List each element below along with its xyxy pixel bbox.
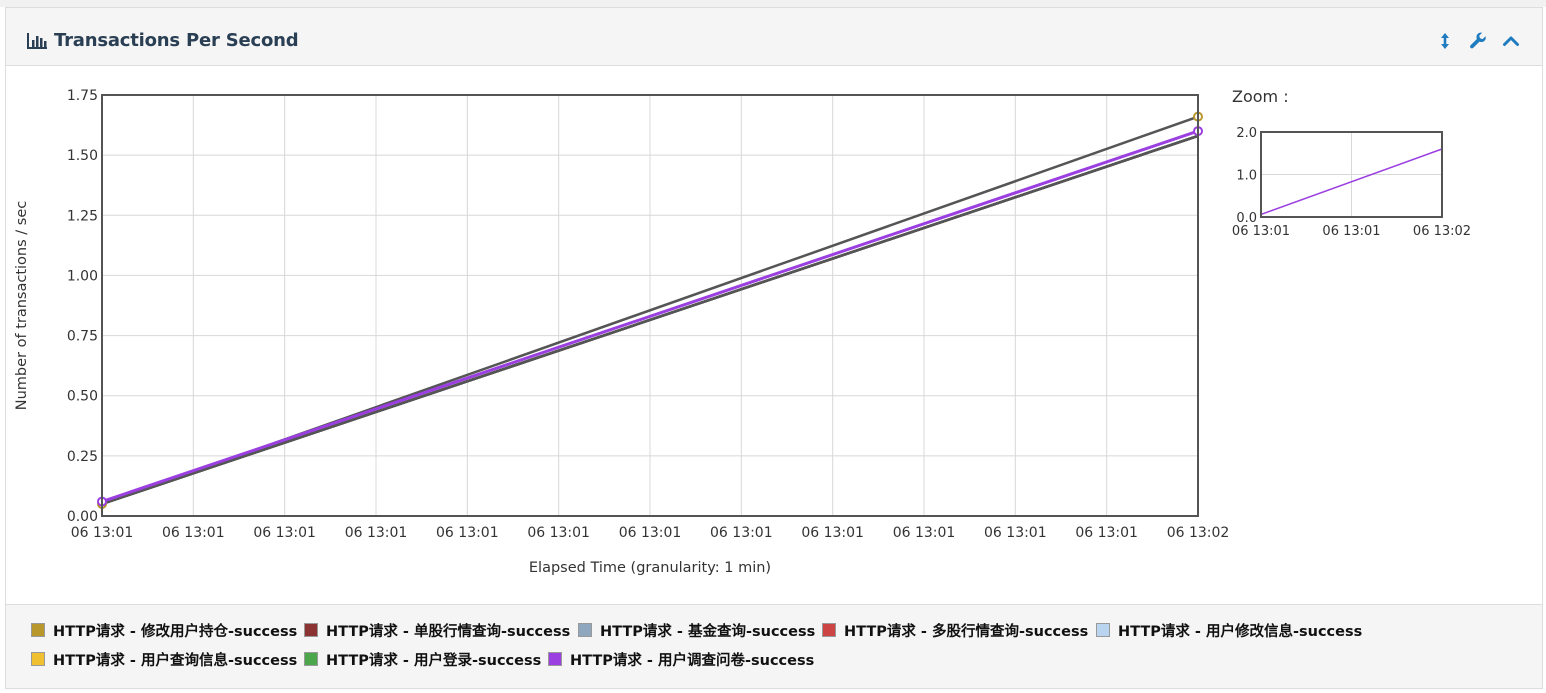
x-tick-label: 06 13:01 xyxy=(527,525,590,541)
legend-label: HTTP请求 - 多股行情查询-success xyxy=(844,623,1089,640)
y-tick-label: 0.00 xyxy=(67,509,98,525)
x-tick-label: 06 13:01 xyxy=(801,525,864,541)
y-tick-label: 0.25 xyxy=(67,449,98,465)
legend-label: HTTP请求 - 用户登录-success xyxy=(326,652,542,669)
wrench-icon[interactable] xyxy=(1469,32,1487,50)
legend-item[interactable]: HTTP请求 - 修改用户持仓-success xyxy=(31,619,297,641)
tps-panel: Transactions Per Second 0.00 0.25 0.50 0.75… xyxy=(5,7,1543,689)
x-tick-label: 06 13:01 xyxy=(162,525,225,541)
y-axis-label: Number of transactions / sec xyxy=(14,201,30,410)
legend-label: HTTP请求 - 用户调查问卷-success xyxy=(570,652,815,669)
bar-chart-icon xyxy=(27,33,47,49)
legend-swatch xyxy=(31,652,45,666)
x-tick-label: 06 13:01 xyxy=(893,525,956,541)
y-tick-label: 1.75 xyxy=(67,88,98,104)
x-tick-label: 06 13:01 xyxy=(253,525,316,541)
y-tick-label: 1.25 xyxy=(67,208,98,224)
x-tick-label: 06 13:01 xyxy=(619,525,682,541)
legend-swatch xyxy=(548,652,562,666)
chart-area: 0.00 0.25 0.50 0.75 1.00 1.25 1.50 1.75 06 13:0… xyxy=(6,66,1542,604)
legend-item[interactable]: HTTP请求 - 单股行情查询-success xyxy=(304,619,570,641)
zoom-y-tick-label: 0.0 xyxy=(1236,211,1257,226)
y-tick-label: 0.75 xyxy=(67,329,98,345)
x-tick-label: 06 13:02 xyxy=(1167,525,1230,541)
grid xyxy=(101,94,1199,517)
y-tick-label: 1.50 xyxy=(67,148,98,164)
resize-icon[interactable] xyxy=(1436,32,1454,50)
zoom-overview[interactable]: 06 13:01 06 13:01 06 13:02 0.0 1.0 2.0 xyxy=(1232,126,1471,239)
legend-label: HTTP请求 - 单股行情查询-success xyxy=(326,623,571,640)
zoom-y-tick-label: 1.0 xyxy=(1236,169,1257,184)
y-tick-label: 1.00 xyxy=(67,268,98,284)
legend-item[interactable]: HTTP请求 - 用户修改信息-success xyxy=(1096,619,1362,641)
legend-swatch xyxy=(1096,623,1110,637)
legend-swatch xyxy=(304,652,318,666)
x-tick-label: 06 13:01 xyxy=(710,525,773,541)
x-tick-label: 06 13:01 xyxy=(984,525,1047,541)
panel-title: Transactions Per Second xyxy=(54,30,299,51)
zoom-label: Zoom : xyxy=(1232,87,1289,106)
legend: HTTP请求 - 修改用户持仓-success HTTP请求 - 单股行情查询-s… xyxy=(6,604,1542,688)
panel-heading: Transactions Per Second xyxy=(6,8,1542,66)
zoom-x-tick-label: 06 13:01 xyxy=(1232,224,1290,239)
x-tick-label: 06 13:01 xyxy=(1075,525,1138,541)
top-strip xyxy=(0,0,1546,7)
legend-item[interactable]: HTTP请求 - 用户调查问卷-success xyxy=(548,648,814,670)
zoom-x-tick-label: 06 13:01 xyxy=(1322,224,1380,239)
legend-swatch xyxy=(578,623,592,637)
legend-item[interactable]: HTTP请求 - 用户查询信息-success xyxy=(31,648,297,670)
x-axis-ticks: 06 13:01 06 13:01 06 13:01 06 13:01 06 13:01… xyxy=(71,525,1230,541)
x-tick-label: 06 13:01 xyxy=(345,525,408,541)
legend-label: HTTP请求 - 基金查询-success xyxy=(600,623,816,640)
legend-swatch xyxy=(31,623,45,637)
legend-swatch xyxy=(304,623,318,637)
legend-label: HTTP请求 - 修改用户持仓-success xyxy=(53,623,298,640)
zoom-x-tick-label: 06 13:02 xyxy=(1413,224,1471,239)
zoom-y-tick-label: 2.0 xyxy=(1236,126,1257,141)
legend-label: HTTP请求 - 用户修改信息-success xyxy=(1118,623,1363,640)
legend-item[interactable]: HTTP请求 - 多股行情查询-success xyxy=(822,619,1088,641)
x-axis-label: Elapsed Time (granularity: 1 min) xyxy=(529,560,771,576)
legend-item[interactable]: HTTP请求 - 基金查询-success xyxy=(578,619,815,641)
y-tick-label: 0.50 xyxy=(67,389,98,405)
y-axis-ticks: 0.00 0.25 0.50 0.75 1.00 1.25 1.50 1.75 xyxy=(67,88,98,525)
collapse-icon[interactable] xyxy=(1502,32,1520,50)
legend-label: HTTP请求 - 用户查询信息-success xyxy=(53,652,298,669)
x-tick-label: 06 13:01 xyxy=(71,525,134,541)
tps-chart[interactable]: 0.00 0.25 0.50 0.75 1.00 1.25 1.50 1.75 06 13:0… xyxy=(6,66,1542,604)
x-tick-label: 06 13:01 xyxy=(436,525,499,541)
legend-item[interactable]: HTTP请求 - 用户登录-success xyxy=(304,648,541,670)
legend-swatch xyxy=(822,623,836,637)
